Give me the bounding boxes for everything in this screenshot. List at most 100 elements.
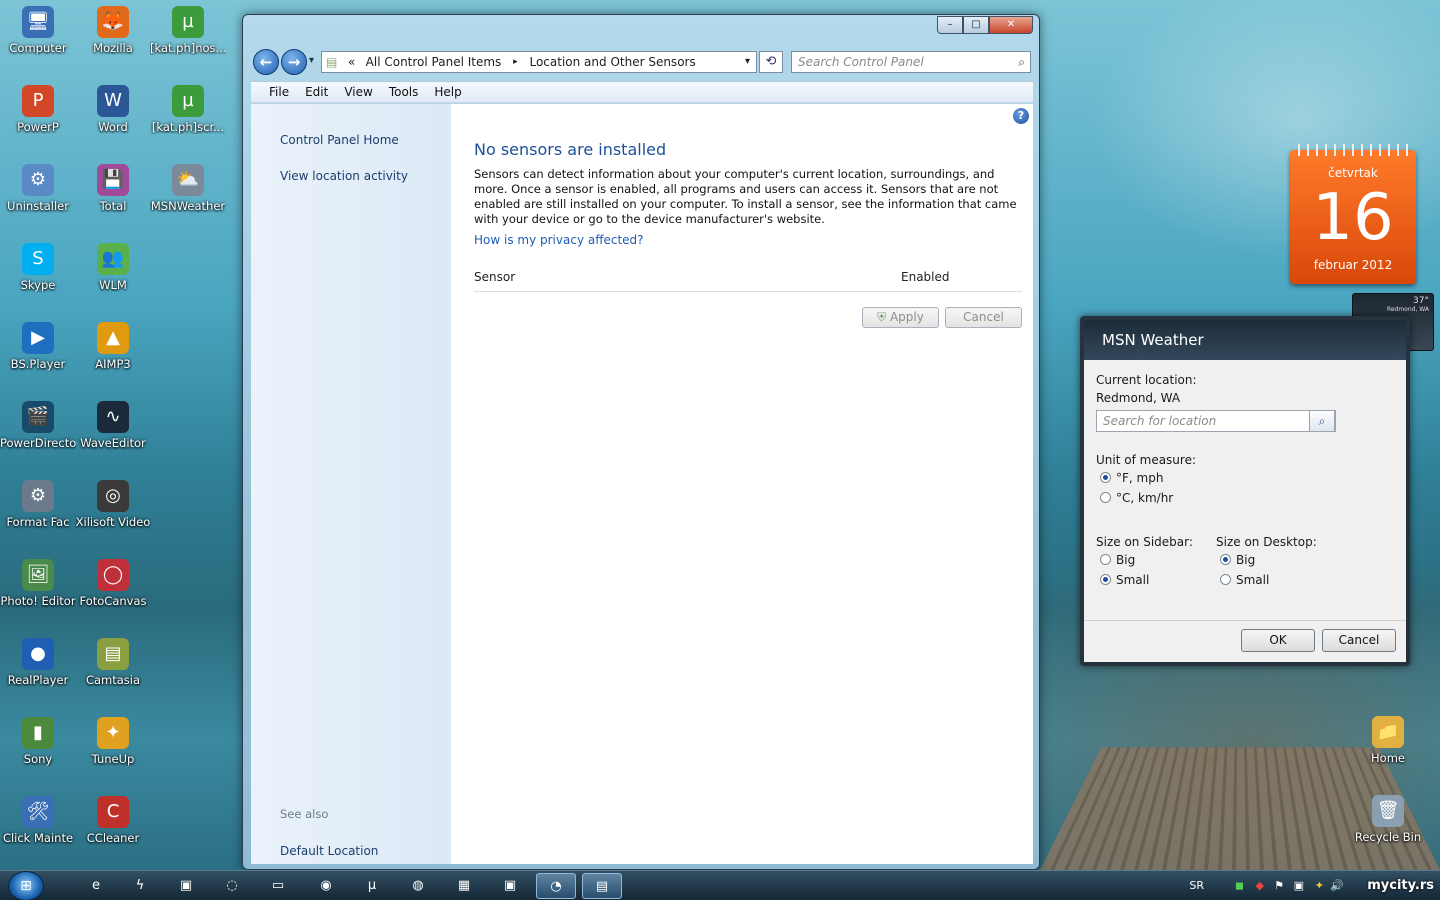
- view-location-activity-link[interactable]: View location activity: [280, 169, 408, 183]
- unit-c-radio[interactable]: [1100, 492, 1111, 503]
- search-icon[interactable]: ⌕: [1018, 52, 1025, 72]
- desktop-icon-click-mainte[interactable]: 🛠 Click Mainte: [0, 792, 76, 862]
- sidebar-big-radio[interactable]: [1100, 554, 1111, 565]
- desktop-icon-xilisoft-video[interactable]: ◎ Xilisoft Video: [75, 476, 151, 546]
- desktop-icon-recycle-bin[interactable]: 🗑 Recycle Bin: [1350, 791, 1426, 861]
- menu-file[interactable]: File: [261, 82, 297, 102]
- unit-f-label[interactable]: °F, mph: [1116, 471, 1163, 485]
- location-search-button[interactable]: ⌕: [1309, 410, 1335, 432]
- desktop-icon-realplayer[interactable]: ● RealPlayer: [0, 634, 76, 704]
- taskbar-media-icon[interactable]: ▣: [490, 873, 530, 899]
- desktop-icon-label: Photo! Editor: [0, 594, 76, 608]
- default-location-link[interactable]: Default Location: [280, 844, 378, 858]
- taskbar-utorrent-icon[interactable]: µ: [352, 873, 392, 899]
- sidebar-big-label[interactable]: Big: [1116, 553, 1135, 567]
- search-input[interactable]: Search Control Panel ⌕: [791, 51, 1031, 73]
- desktop-small-radio[interactable]: [1220, 574, 1231, 585]
- taskbar-firefox-icon[interactable]: ◔: [536, 873, 576, 899]
- column-enabled[interactable]: Enabled: [901, 270, 950, 284]
- unit-c-label[interactable]: °C, km/hr: [1116, 491, 1173, 505]
- cancel-button[interactable]: Cancel: [945, 307, 1022, 328]
- unit-f-radio[interactable]: [1100, 472, 1111, 483]
- recent-pages-dropdown[interactable]: ▾: [309, 55, 314, 66]
- maximize-button[interactable]: □: [963, 16, 989, 34]
- desktop-icon-wlm[interactable]: 👥 WLM: [75, 239, 151, 309]
- desktop-icon-ccleaner[interactable]: C CCleaner: [75, 792, 151, 862]
- camtasia-icon: ▤: [97, 638, 129, 670]
- menu-edit[interactable]: Edit: [297, 82, 336, 102]
- forward-button[interactable]: →: [281, 49, 307, 75]
- start-button[interactable]: ⊞: [8, 871, 44, 900]
- menu-view[interactable]: View: [336, 82, 380, 102]
- tuneup-tray-icon[interactable]: ✦: [1315, 871, 1324, 900]
- waveeditor-icon: ∿: [97, 401, 129, 433]
- taskbar-search-app-icon[interactable]: ◌: [212, 873, 252, 899]
- taskbar-globe-icon[interactable]: ◍: [398, 873, 438, 899]
- desktop-big-radio[interactable]: [1220, 554, 1231, 565]
- desktop-icon-uninstaller[interactable]: ⚙ Uninstaller: [0, 160, 76, 230]
- desktop-icon-word[interactable]: W Word: [75, 81, 151, 151]
- network-icon[interactable]: ▣: [1294, 871, 1304, 900]
- ok-button[interactable]: OK: [1241, 629, 1315, 652]
- desktop-icon-skype[interactable]: S Skype: [0, 239, 76, 309]
- close-button[interactable]: ✕: [989, 16, 1033, 34]
- desktop-icon-msnweather[interactable]: ⛅ MSNWeather: [150, 160, 226, 230]
- desktop-icon-label: AIMP3: [95, 357, 131, 371]
- desktop-icon-mozilla[interactable]: 🦊 Mozilla: [75, 2, 151, 72]
- language-indicator[interactable]: SR: [1189, 871, 1204, 900]
- navigation-bar: ← → ▾ ▤ « All Control Panel Items ▸ Loca…: [251, 49, 1033, 77]
- desktop-icon--kat-ph-nos-[interactable]: µ [kat.ph]nos...: [150, 2, 226, 72]
- desktop-small-label[interactable]: Small: [1236, 573, 1269, 587]
- desktop-icon-tuneup[interactable]: ✦ TuneUp: [75, 713, 151, 783]
- desktop-icon--kat-ph-scr-[interactable]: µ [kat.ph]scr...: [150, 81, 226, 151]
- column-sensor[interactable]: Sensor: [474, 270, 515, 284]
- breadcrumb-all-items[interactable]: All Control Panel Items: [366, 52, 502, 72]
- taskbar-monitor-icon[interactable]: ▭: [258, 873, 298, 899]
- volume-icon[interactable]: 🔊: [1330, 871, 1344, 900]
- desktop-icon-fotocanvas[interactable]: ◯ FotoCanvas: [75, 555, 151, 625]
- address-dropdown[interactable]: ▾: [745, 52, 750, 72]
- location-search-input[interactable]: Search for location: [1096, 410, 1336, 432]
- privacy-link[interactable]: How is my privacy affected?: [474, 233, 644, 247]
- minimize-button[interactable]: –: [937, 16, 963, 34]
- sidebar-small-label[interactable]: Small: [1116, 573, 1149, 587]
- address-bar[interactable]: ▤ « All Control Panel Items ▸ Location a…: [321, 51, 757, 73]
- desktop-icon-aimp3[interactable]: ▲ AIMP3: [75, 318, 151, 388]
- desktop-big-label[interactable]: Big: [1236, 553, 1255, 567]
- apply-button[interactable]: ⛨ Apply: [862, 307, 939, 328]
- desktop-icon-photo-editor[interactable]: 🖼 Photo! Editor: [0, 555, 76, 625]
- desktop-icon-powerp[interactable]: P PowerP: [0, 81, 76, 151]
- powerpoint-icon: P: [22, 85, 54, 117]
- menu-help[interactable]: Help: [426, 82, 469, 102]
- taskbar-control-panel-icon[interactable]: ▤: [582, 873, 622, 899]
- nvidia-icon[interactable]: ◼: [1235, 871, 1244, 900]
- desktop-icon-total[interactable]: 💾 Total: [75, 160, 151, 230]
- taskbar-ie-icon[interactable]: e: [76, 873, 116, 899]
- desktop-icon-powerdirecto[interactable]: 🎬 PowerDirecto: [0, 397, 76, 467]
- desktop-icon-format-fac[interactable]: ⚙ Format Fac: [0, 476, 76, 546]
- help-icon[interactable]: ?: [1013, 108, 1029, 124]
- taskbar-folder-icon[interactable]: ▣: [166, 873, 206, 899]
- desktop-icon-bs-player[interactable]: ▶ BS.Player: [0, 318, 76, 388]
- weather-cancel-button[interactable]: Cancel: [1322, 629, 1396, 652]
- desktop-icon-label: RealPlayer: [7, 673, 69, 687]
- breadcrumb-separator[interactable]: ▸: [513, 52, 518, 72]
- taskbar-chrome-icon[interactable]: ◉: [306, 873, 346, 899]
- desktop-icon-computer[interactable]: 🖥 Computer: [0, 2, 76, 72]
- flag-icon[interactable]: ⚑: [1274, 871, 1284, 900]
- desktop-icon-waveeditor[interactable]: ∿ WaveEditor: [75, 397, 151, 467]
- calendar-gadget[interactable]: četvrtak 16 februar 2012: [1290, 144, 1416, 284]
- menu-tools[interactable]: Tools: [381, 82, 427, 102]
- taskbar-film-icon[interactable]: ▦: [444, 873, 484, 899]
- address-chevrons[interactable]: «: [348, 52, 362, 72]
- desktop-icon-camtasia[interactable]: ▤ Camtasia: [75, 634, 151, 704]
- control-panel-home-link[interactable]: Control Panel Home: [280, 133, 399, 147]
- breadcrumb-location-sensors[interactable]: Location and Other Sensors: [529, 52, 695, 72]
- sidebar-small-radio[interactable]: [1100, 574, 1111, 585]
- refresh-button[interactable]: ⟲: [759, 51, 783, 73]
- desktop-icon-sony[interactable]: ▮ Sony: [0, 713, 76, 783]
- antivirus-icon[interactable]: ◆: [1256, 871, 1264, 900]
- taskbar-lightning-icon[interactable]: ϟ: [120, 873, 160, 899]
- back-button[interactable]: ←: [253, 49, 279, 75]
- desktop-icon-home[interactable]: 📁 Home: [1350, 712, 1426, 782]
